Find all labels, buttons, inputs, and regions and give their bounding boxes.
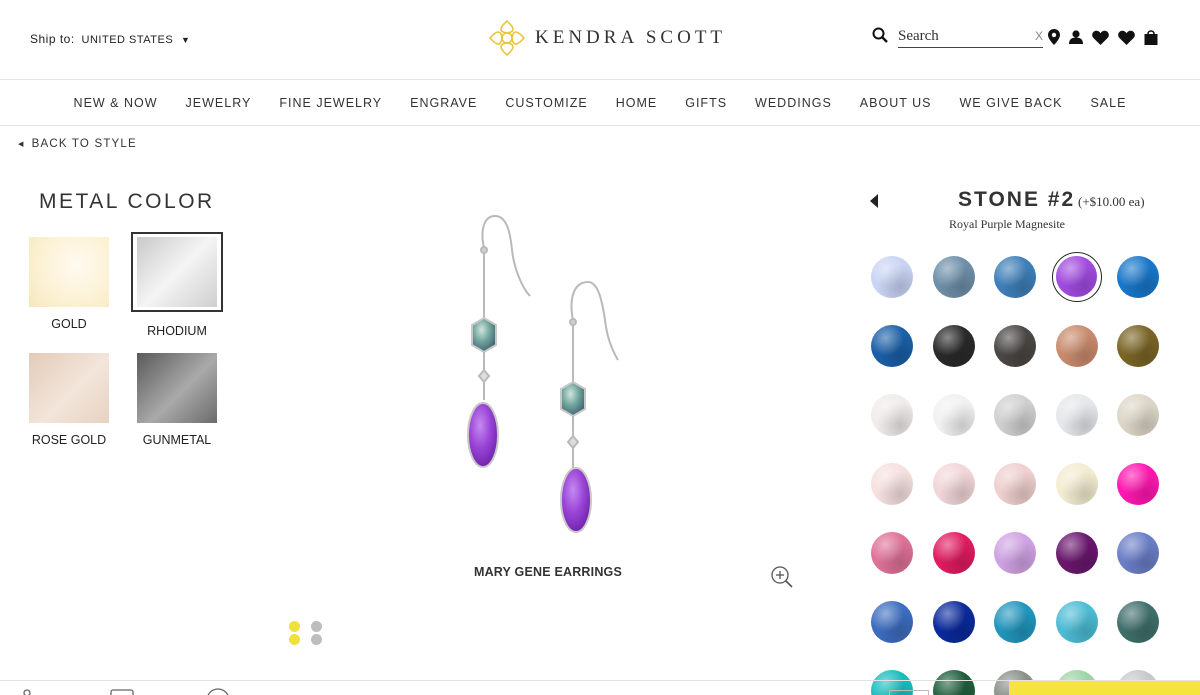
chevron-down-icon: ▼	[181, 35, 191, 45]
stone-price: (+$10.00 ea)	[1078, 194, 1145, 209]
nav-fine-jewelry[interactable]: FINE JEWELRY	[279, 96, 382, 110]
stone-swatch[interactable]	[871, 394, 913, 436]
slide-dot-2[interactable]	[311, 621, 322, 645]
stone-swatch[interactable]	[1117, 463, 1159, 505]
search-clear-button[interactable]: X	[1035, 29, 1043, 43]
stone-swatch[interactable]	[1117, 532, 1159, 574]
metal-chip	[29, 237, 109, 307]
metal-label: ROSE GOLD	[31, 433, 107, 447]
brand-logo[interactable]: KENDRA SCOTT	[487, 17, 727, 59]
metal-label: GUNMETAL	[142, 433, 212, 447]
nav-customize[interactable]: CUSTOMIZE	[505, 96, 587, 110]
stone-swatch[interactable]	[994, 463, 1036, 505]
stone-swatch[interactable]	[871, 325, 913, 367]
stone-swatch-fill	[1055, 256, 1097, 297]
metal-chip	[137, 353, 217, 423]
search-input[interactable]	[898, 27, 1043, 48]
nav-jewelry[interactable]: JEWELRY	[186, 96, 252, 110]
add-to-bag-button[interactable]	[1009, 681, 1200, 695]
selected-frame	[131, 232, 223, 312]
stone-swatch[interactable]	[994, 325, 1036, 367]
metal-swatch-rose-gold[interactable]: ROSE GOLD	[29, 353, 109, 447]
right-earring	[560, 280, 619, 533]
nav-gifts[interactable]: GIFTS	[685, 96, 727, 110]
caret-left-icon: ◀	[18, 141, 25, 148]
stone-swatch[interactable]	[1117, 601, 1159, 643]
back-to-style-link[interactable]: ◀ BACK TO STYLE	[18, 138, 137, 150]
shopping-bag-icon[interactable]	[1144, 29, 1158, 45]
stone-swatch[interactable]	[932, 532, 975, 574]
stone-swatch[interactable]	[1117, 325, 1159, 367]
metal-swatch-rhodium[interactable]: RHODIUM	[131, 232, 223, 338]
stone-swatch[interactable]	[932, 463, 975, 505]
stone-swatch[interactable]	[871, 256, 913, 298]
slide-dot-1[interactable]	[289, 621, 300, 645]
selected-stone-name: Royal Purple Magnesite	[949, 217, 1065, 231]
main-nav: NEW & NOW JEWELRY FINE JEWELRY ENGRAVE C…	[0, 79, 1200, 126]
metal-label: RHODIUM	[147, 324, 207, 338]
slide-pagination	[289, 621, 322, 645]
nav-new-now[interactable]: NEW & NOW	[74, 96, 158, 110]
stone-swatch[interactable]	[932, 601, 975, 643]
nav-we-give-back[interactable]: WE GIVE BACK	[959, 96, 1062, 110]
logo-text: KENDRA SCOTT	[535, 27, 727, 48]
nav-about-us[interactable]: ABOUT US	[860, 96, 932, 110]
stone-swatch[interactable]	[994, 532, 1036, 574]
stone-swatch[interactable]	[871, 532, 913, 574]
favorites-icon[interactable]	[1118, 30, 1135, 45]
stone-title: STONE #2	[958, 188, 1076, 211]
ship-to-country: UNITED STATES	[81, 34, 174, 46]
previous-stone-arrow-icon[interactable]	[869, 194, 879, 213]
zoom-in-icon[interactable]	[770, 565, 794, 594]
metal-color-title: METAL COLOR	[39, 190, 215, 213]
ship-to-selector[interactable]: Ship to: UNITED STATES ▼	[30, 32, 190, 46]
search-bar: X	[872, 27, 1043, 48]
chat-icon[interactable]	[204, 685, 232, 695]
stone-swatch[interactable]	[932, 325, 975, 367]
metal-swatch-gunmetal[interactable]: GUNMETAL	[137, 353, 217, 447]
wishlist-icon[interactable]	[1092, 30, 1109, 45]
share-icon[interactable]	[20, 685, 34, 695]
nav-weddings[interactable]: WEDDINGS	[755, 96, 832, 110]
header-icons	[1048, 29, 1158, 45]
stone-swatch[interactable]	[1051, 252, 1102, 302]
search-icon[interactable]	[872, 27, 888, 48]
metal-label: GOLD	[51, 317, 87, 331]
quantity-input[interactable]	[889, 690, 929, 695]
stone-swatch[interactable]	[871, 601, 913, 643]
nav-home[interactable]: HOME	[616, 96, 658, 110]
stone-swatch[interactable]	[994, 256, 1036, 298]
product-image[interactable]	[440, 210, 640, 540]
stone-swatch[interactable]	[994, 601, 1036, 643]
metal-chip	[137, 237, 217, 307]
stone-swatch[interactable]	[994, 394, 1036, 436]
nav-engrave[interactable]: ENGRAVE	[410, 96, 477, 110]
stone-swatch[interactable]	[932, 394, 975, 436]
left-earring	[467, 214, 531, 468]
store-locator-icon[interactable]	[1048, 29, 1060, 45]
ship-to-label: Ship to:	[30, 32, 75, 46]
stone-swatch[interactable]	[1055, 325, 1098, 367]
account-icon[interactable]	[1069, 30, 1083, 44]
nav-sale[interactable]: SALE	[1090, 96, 1126, 110]
product-name: MARY GENE EARRINGS	[473, 565, 623, 579]
stone-swatch[interactable]	[1117, 256, 1159, 298]
stone-swatch[interactable]	[1055, 601, 1098, 643]
logo-icon	[488, 19, 526, 57]
stone-swatch[interactable]	[1055, 532, 1098, 574]
stone-swatch[interactable]	[1055, 394, 1098, 436]
stone-swatch[interactable]	[1117, 394, 1159, 436]
metal-chip	[29, 353, 109, 423]
save-design-icon[interactable]	[110, 685, 136, 695]
metal-swatch-gold[interactable]: GOLD	[29, 237, 109, 331]
stone-swatch[interactable]	[1055, 463, 1098, 505]
stone-swatch[interactable]	[932, 256, 975, 298]
stone-swatch[interactable]	[871, 463, 913, 505]
back-link-label: BACK TO STYLE	[31, 138, 137, 150]
